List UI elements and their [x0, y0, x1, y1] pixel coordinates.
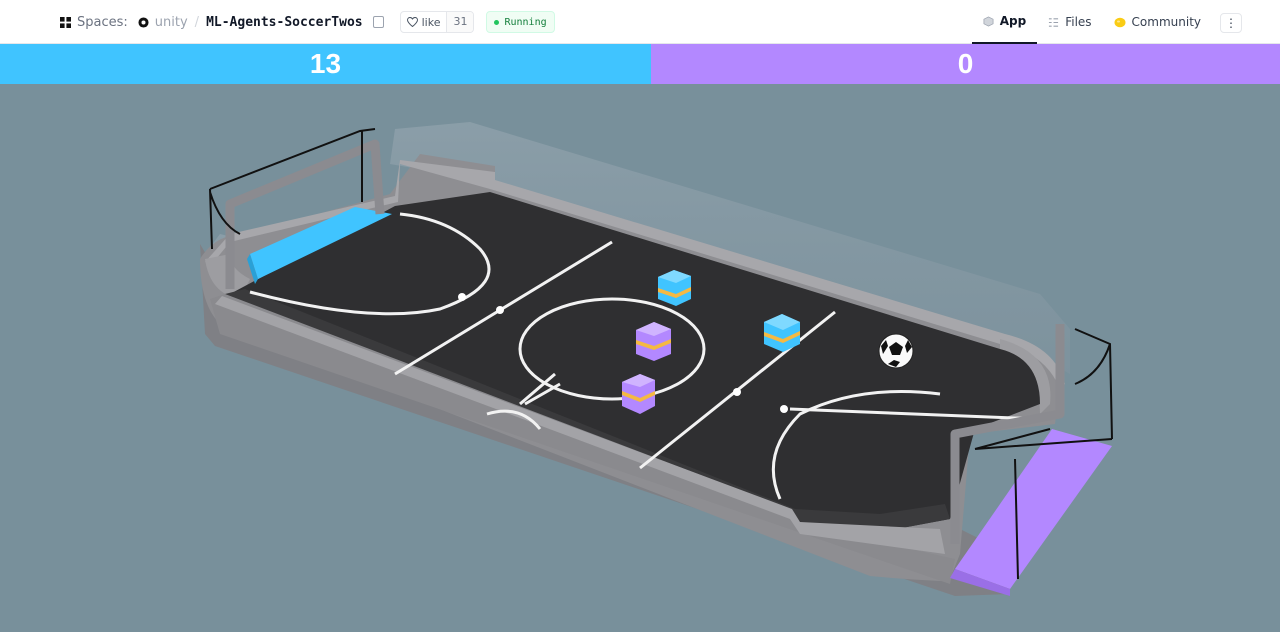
blue-agent	[658, 270, 691, 306]
tab-app[interactable]: App	[971, 0, 1038, 44]
status-badge: Running	[486, 11, 555, 33]
top-bar: Spaces: unity / ML-Agents-SoccerTwos lik…	[0, 0, 1280, 44]
purple-goal-area	[955, 429, 1112, 589]
purple-agent	[636, 322, 671, 361]
org-link[interactable]: unity	[155, 15, 188, 30]
status-dot	[494, 19, 500, 25]
cube-icon	[983, 16, 994, 26]
game-canvas[interactable]	[0, 84, 1280, 632]
status-text: Running	[504, 16, 547, 28]
soccer-ball	[878, 333, 914, 369]
purple-agent	[622, 374, 655, 414]
tab-app-label: App	[999, 14, 1027, 28]
pitch-spot	[780, 405, 788, 413]
pitch-spot	[458, 293, 466, 301]
like-count: 31	[446, 12, 474, 32]
tab-files[interactable]: Files	[1037, 0, 1102, 44]
pitch-spot	[733, 388, 741, 396]
center-spot	[496, 306, 504, 314]
copy-icon[interactable]	[372, 16, 384, 28]
purple-team-score: 0	[651, 44, 1280, 84]
like-inner: like	[401, 16, 447, 29]
space-nav: App Files Community	[971, 0, 1212, 44]
path-separator: /	[194, 14, 200, 30]
spaces-label[interactable]: Spaces:	[77, 15, 128, 30]
repo-link[interactable]: ML-Agents-SoccerTwos	[206, 15, 363, 30]
heart-icon	[406, 17, 418, 27]
files-icon	[1049, 17, 1059, 27]
more-options-button[interactable]: ⋮	[1220, 13, 1242, 33]
spaces-logo-icon	[60, 16, 71, 28]
scoreboard: 13 0	[0, 44, 1280, 84]
tab-community[interactable]: Community	[1103, 0, 1212, 44]
community-icon	[1114, 17, 1126, 27]
like-label: like	[421, 15, 441, 29]
like-button[interactable]: like 31	[399, 11, 475, 33]
tab-files-label: Files	[1065, 15, 1092, 29]
breadcrumb: Spaces: unity / ML-Agents-SoccerTwos lik…	[60, 0, 555, 44]
tab-community-label: Community	[1131, 15, 1201, 29]
blue-team-score: 13	[0, 44, 651, 84]
unity-logo-icon	[138, 16, 149, 28]
